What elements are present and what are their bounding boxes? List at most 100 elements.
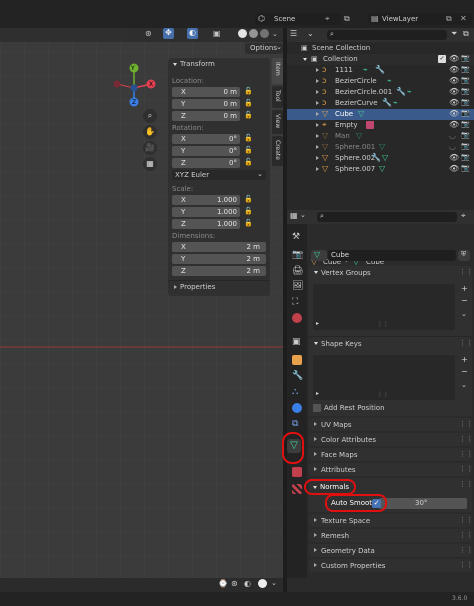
transform-panel-header[interactable]: Transform [168, 58, 270, 70]
viewlayer-selector[interactable]: ▤ ViewLayer ⧉ ✕ [368, 13, 472, 25]
outliner-row-collection[interactable]: ▣ Collection ✓ 👁 📷 [287, 54, 474, 65]
shading-dropdown-icon[interactable]: ⌄ [272, 30, 278, 38]
chevron-down-icon[interactable]: ⌄ [461, 381, 467, 389]
add-shape-key-icon[interactable]: + [461, 355, 468, 364]
outliner-row-scene-collection[interactable]: ▣ Scene Collection [287, 43, 474, 54]
drag-handle-icon[interactable]: ⋮⋮ [459, 546, 473, 554]
eye-closed-icon[interactable]: ◡ [449, 142, 456, 151]
add-vertex-group-icon[interactable]: + [461, 284, 468, 293]
camera-icon[interactable]: 📷 [461, 87, 470, 95]
drag-handle-icon[interactable]: ⋮⋮ [459, 420, 473, 428]
editor-type-icon[interactable]: ☰ [290, 29, 297, 38]
outliner-row-sphere-001[interactable]: ▽ Sphere.001 ▽ ◡ 📷 [287, 142, 474, 153]
drag-handle-icon[interactable]: ⋮⋮ [459, 435, 473, 443]
xray-toggle-icon[interactable]: ▣ [213, 29, 221, 38]
render-tab-icon[interactable]: 📷 [292, 250, 303, 260]
camera-icon[interactable]: 📷 [461, 131, 470, 139]
texture-space-panel[interactable]: Texture Space ⋮⋮ [309, 514, 473, 527]
uv-maps-panel[interactable]: UV Maps ⋮⋮ [309, 418, 473, 431]
shading-icon[interactable] [258, 579, 267, 588]
world-tab-icon[interactable] [292, 313, 302, 323]
object-tab-icon[interactable] [292, 355, 302, 365]
dimensions-z-field[interactable]: Z2 m [172, 266, 266, 276]
lock-rotation-y-icon[interactable]: 🔓 [244, 146, 253, 154]
scene-selector[interactable]: ⌬ Scene ⌖ [255, 13, 341, 25]
remove-shape-key-icon[interactable]: − [461, 367, 468, 376]
vertex-groups-list[interactable]: ▸ ⋮⋮ [313, 284, 455, 330]
data-tab-highlight[interactable]: ▽ [282, 432, 304, 464]
eye-icon[interactable]: 👁 [449, 76, 459, 85]
eye-icon[interactable]: 👁 [449, 54, 459, 63]
location-y-field[interactable]: Y0 m [172, 99, 240, 109]
mesh-name-field[interactable]: Cube [328, 250, 456, 261]
scene-add-icon[interactable]: ⧉ [344, 14, 350, 24]
camera-icon[interactable]: 📷 [461, 65, 470, 73]
lock-scale-y-icon[interactable]: 🔓 [244, 207, 253, 215]
lock-location-x-icon[interactable]: 🔓 [244, 87, 253, 95]
chevron-down-icon[interactable]: ⌄ [300, 211, 306, 219]
lock-location-y-icon[interactable]: 🔓 [244, 99, 253, 107]
viewport-3d[interactable]: ⊛ ✥ ◐ ▣ ⌄ Options ⌄ Y X Z ⌕ ✋ 🎥 ▦ Transf… [0, 28, 283, 578]
physics-tab-icon[interactable] [292, 403, 302, 413]
shape-keys-header[interactable]: Shape Keys ⋮⋮ [309, 337, 473, 351]
drag-handle-icon[interactable]: ⋮⋮ [459, 531, 473, 539]
location-z-field[interactable]: Z0 m [172, 111, 240, 121]
perspective-button[interactable]: ▦ [143, 157, 157, 171]
camera-icon[interactable]: 📷 [461, 153, 470, 161]
eye-icon[interactable]: 👁 [449, 120, 459, 129]
properties-search-input[interactable]: ⌕ [317, 212, 457, 222]
add-rest-position-checkbox[interactable] [313, 404, 321, 412]
checkbox-icon[interactable]: ✓ [438, 55, 446, 63]
lock-rotation-z-icon[interactable]: 🔓 [244, 158, 253, 166]
overlays-toggle-icon[interactable]: ◐ [187, 28, 198, 39]
remesh-panel[interactable]: Remesh ⋮⋮ [309, 529, 473, 542]
lock-location-z-icon[interactable]: 🔓 [244, 111, 253, 119]
drag-handle-icon[interactable]: ⋮⋮ [459, 480, 473, 488]
tool-tab-icon[interactable]: ⚒ [292, 232, 300, 242]
drag-handle-icon[interactable]: ⋮⋮ [459, 561, 473, 569]
outliner-row-1111[interactable]: ↄ 1111 ⌁ 🔧 👁 📷 [287, 65, 474, 76]
resize-handle-icon[interactable]: ⋮⋮ [377, 391, 389, 398]
viewlayer-close-icon[interactable]: ✕ [460, 14, 467, 23]
editor-type-icon[interactable]: ⌚ [218, 579, 228, 588]
resize-handle-icon[interactable]: ⋮⋮ [377, 321, 389, 328]
lock-scale-z-icon[interactable]: 🔓 [244, 219, 253, 227]
outliner-row-sphere-007[interactable]: ▽ Sphere.007 ▽ 👁 📷 [287, 164, 474, 175]
outliner-row-cube[interactable]: ▽ Cube ▽ 👁 📷 [287, 109, 474, 120]
collection-tab-icon[interactable]: ▣ [292, 337, 301, 347]
scale-x-field[interactable]: X 1.000 [172, 195, 240, 205]
funnel-icon[interactable]: ⏷ [451, 29, 457, 39]
drag-handle-icon[interactable]: ⋮⋮ [459, 450, 473, 458]
rotation-y-field[interactable]: Y 0° [172, 146, 240, 156]
location-x-field[interactable]: X0 m [172, 87, 240, 97]
drag-handle-icon[interactable]: ⋮⋮ [459, 516, 473, 524]
chevron-down-icon[interactable]: ⌄ [271, 579, 277, 587]
attributes-panel[interactable]: Attributes ⋮⋮ [309, 463, 473, 476]
pin-icon[interactable]: ⌖ [461, 211, 466, 221]
eye-icon[interactable]: 👁 [449, 164, 459, 173]
mesh-browse-dropdown[interactable]: ▽ [311, 250, 327, 261]
camera-icon[interactable]: 📷 [461, 109, 470, 117]
eye-icon[interactable]: 👁 [449, 87, 459, 96]
view-layer-tab-icon[interactable]: 🖼 [292, 281, 303, 291]
eye-icon[interactable]: 👁 [449, 98, 459, 107]
editor-type-icon[interactable]: ▦ [290, 211, 298, 220]
scale-z-field[interactable]: Z 1.000 [172, 219, 240, 229]
properties-panel-header[interactable]: Properties [168, 280, 270, 292]
particles-tab-icon[interactable]: ⛬ [292, 387, 298, 397]
lock-scale-x-icon[interactable]: 🔓 [244, 195, 253, 203]
lock-rotation-x-icon[interactable]: 🔓 [244, 134, 253, 142]
camera-button[interactable]: 🎥 [143, 141, 157, 155]
viewlayer-add-icon[interactable]: ⧉ [446, 14, 452, 24]
camera-icon[interactable]: 📷 [461, 76, 470, 84]
pan-button[interactable]: ✋ [143, 125, 157, 139]
shading-solid-icon[interactable] [238, 29, 247, 38]
mesh-data-tab-icon[interactable]: ▽ [287, 439, 301, 453]
outliner-filter-icon[interactable]: ⌄ [307, 29, 314, 38]
outliner-search-input[interactable]: ⌕ [327, 30, 447, 40]
eye-icon[interactable]: 👁 [449, 153, 459, 162]
normals-highlight[interactable]: Normals [304, 479, 356, 495]
pin-icon[interactable]: ⌖ [325, 14, 330, 24]
fake-user-button[interactable]: ⛨ [458, 250, 470, 261]
shading-material-icon[interactable] [249, 29, 258, 38]
